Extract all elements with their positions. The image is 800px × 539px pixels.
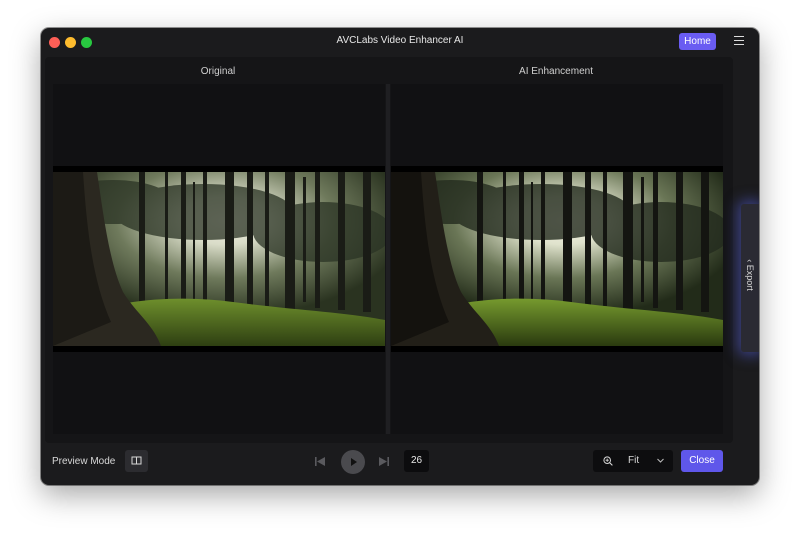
enhanced-video-frame [391,166,723,352]
split-view-icon [131,456,142,465]
chevron-up-icon: ‹ [745,259,755,263]
original-forest-image [53,172,385,346]
original-video-frame [53,166,385,352]
previous-frame-button[interactable] [314,456,326,467]
zoom-in-icon [603,456,613,466]
title-bar: AVCLabs Video Enhancer AI Home [41,28,759,56]
split-divider[interactable] [386,84,390,434]
enhanced-forest-image [391,172,723,346]
preview-panel: Original AI Enhancement [45,57,733,443]
preview-mode-label: Preview Mode [52,456,116,467]
play-icon [351,458,357,466]
close-button[interactable]: Close [681,450,723,472]
window-title: AVCLabs Video Enhancer AI [336,35,464,46]
play-button[interactable] [341,450,365,474]
chevron-down-icon [657,458,664,463]
hamburger-menu-icon[interactable] [734,36,744,46]
enhanced-preview-pane [391,84,723,434]
frame-number-display[interactable]: 26 [404,450,429,472]
bottom-toolbar: Preview Mode 26 Fit Close [41,443,759,485]
zoom-value: Fit [628,455,640,466]
home-button[interactable]: Home [679,33,716,50]
ai-enhancement-label: AI Enhancement [519,66,593,77]
original-label: Original [200,66,236,77]
zoom-select[interactable]: Fit [593,450,673,472]
next-frame-button[interactable] [378,456,390,467]
preview-mode-button[interactable] [125,450,148,472]
original-preview-pane [53,84,385,434]
export-sidebar-tab[interactable]: ‹ Export [741,204,759,352]
app-window: AVCLabs Video Enhancer AI Home Original … [41,28,759,485]
export-label: Export [745,264,755,291]
